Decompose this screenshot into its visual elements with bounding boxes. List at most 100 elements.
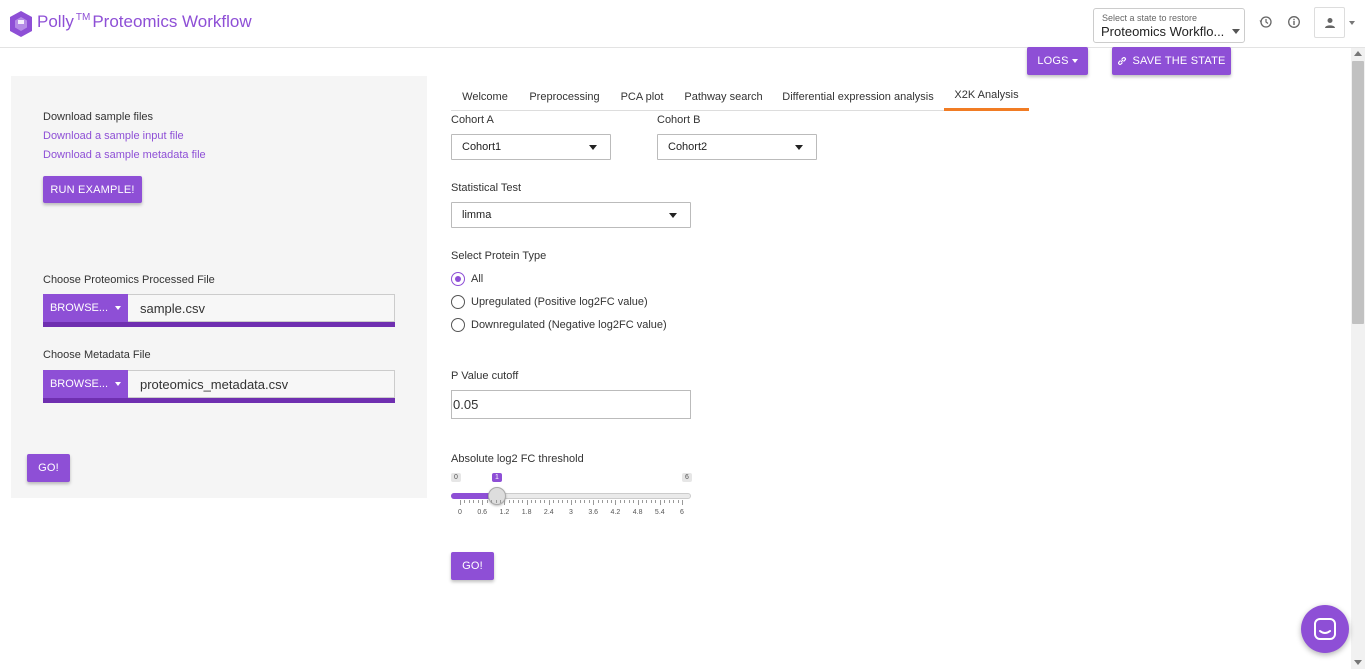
x2k-go-button[interactable]: GO! (451, 552, 494, 580)
tab-bar: Welcome Preprocessing PCA plot Pathway s… (451, 82, 1029, 111)
slider-tick (659, 500, 661, 505)
statistical-test-select[interactable]: limma (451, 202, 691, 228)
slider-minor-tick (655, 500, 657, 503)
slider-minor-tick (579, 500, 581, 503)
slider-minor-tick (650, 500, 652, 503)
slider-minor-tick (588, 500, 590, 503)
tab-welcome[interactable]: Welcome (451, 82, 519, 111)
slider-minor-tick (539, 500, 541, 503)
slider-minor-tick (668, 500, 670, 503)
slider-minor-tick (477, 500, 479, 503)
browse-label: BROWSE... (49, 378, 109, 390)
cohort-a-value: Cohort1 (462, 141, 502, 153)
user-menu-button[interactable] (1314, 7, 1345, 38)
metadata-file-input: BROWSE... proteomics_metadata.csv (43, 370, 395, 403)
scrollbar-thumb[interactable] (1352, 61, 1364, 324)
slider-minor-tick (508, 500, 510, 503)
slider-minor-tick (664, 500, 666, 503)
slider-minor-tick (544, 500, 546, 503)
go-label: GO! (462, 560, 483, 572)
slider-tick (460, 500, 461, 505)
tab-pathway-search[interactable]: Pathway search (674, 82, 773, 111)
scroll-down-arrow-icon[interactable] (1354, 660, 1362, 665)
radio-label: All (471, 273, 484, 285)
chevron-down-icon (795, 145, 803, 150)
caret-down-icon (115, 306, 122, 310)
chat-icon (1314, 618, 1336, 640)
slider-minor-tick (606, 500, 608, 503)
logs-button[interactable]: LOGS (1027, 47, 1088, 75)
slider-min-label: 0 (451, 473, 461, 482)
slider-minor-tick (610, 500, 612, 503)
restore-state-label: Select a state to restore (1102, 13, 1198, 23)
metadata-browse-button[interactable]: BROWSE... (43, 370, 128, 398)
brand-name: Polly (37, 12, 74, 31)
metadata-file-label: Choose Metadata File (43, 349, 151, 361)
slider-minor-tick (677, 500, 679, 503)
radio-option-all[interactable]: All (451, 271, 483, 287)
slider-minor-tick (513, 500, 515, 503)
slider-max-label: 6 (682, 473, 692, 482)
slider-tick-label: 0.6 (477, 509, 488, 516)
chat-launcher-button[interactable] (1301, 605, 1349, 653)
slider-minor-tick (531, 500, 533, 503)
slider-minor-tick (646, 500, 648, 503)
slider-minor-tick (491, 500, 493, 503)
slider-minor-tick (673, 500, 675, 503)
slider-tick-label: 1.2 (499, 509, 510, 516)
app-header: Polly TM Proteomics Workflow Select a stat… (0, 0, 1365, 48)
processed-browse-button[interactable]: BROWSE... (43, 294, 128, 322)
cohort-a-select[interactable]: Cohort1 (451, 134, 611, 160)
chevron-down-icon[interactable] (1349, 21, 1355, 25)
p-value-label: P Value cutoff (451, 370, 519, 382)
slider-minor-tick (522, 500, 524, 503)
slider-value-label: 1 (492, 473, 502, 482)
save-state-button[interactable]: SAVE THE STATE (1112, 47, 1231, 75)
slider-tick-label: 1.8 (521, 509, 532, 516)
go-label: GO! (38, 462, 59, 474)
tab-pca-plot[interactable]: PCA plot (610, 82, 674, 111)
slider-tick-label: 0 (458, 509, 462, 516)
download-metadata-link[interactable]: Download a sample metadata file (43, 149, 206, 161)
slider-minor-tick (642, 500, 644, 503)
info-icon[interactable] (1287, 15, 1301, 29)
slider-minor-tick (597, 500, 599, 503)
caret-down-icon (1071, 59, 1078, 63)
restore-state-select[interactable]: Select a state to restore Proteomics Wor… (1093, 8, 1245, 43)
left-go-button[interactable]: GO! (27, 454, 70, 482)
run-example-button[interactable]: RUN EXAMPLE! (43, 176, 142, 203)
radio-label: Downregulated (Negative log2FC value) (471, 319, 667, 331)
slider-minor-tick (499, 500, 501, 503)
processed-file-input: BROWSE... sample.csv (43, 294, 395, 327)
slider-minor-tick (624, 500, 626, 503)
radio-button[interactable] (451, 318, 465, 332)
metadata-file-name[interactable]: proteomics_metadata.csv (128, 370, 395, 398)
download-input-link[interactable]: Download a sample input file (43, 130, 184, 142)
slider-minor-tick (584, 500, 586, 503)
p-value-input[interactable]: 0.05 (451, 390, 691, 419)
tab-x2k-analysis[interactable]: X2K Analysis (944, 82, 1029, 111)
radio-option-upregulated[interactable]: Upregulated (Positive log2FC value) (451, 294, 648, 310)
scroll-up-arrow-icon[interactable] (1354, 51, 1362, 56)
slider-tick (637, 500, 639, 505)
tab-preprocessing[interactable]: Preprocessing (519, 82, 610, 111)
slider-tick (593, 500, 595, 505)
slider-tick-label: 2.4 (543, 509, 554, 516)
history-icon[interactable] (1259, 15, 1273, 29)
browse-label: BROWSE... (49, 302, 109, 314)
upload-progress-bar (43, 398, 395, 403)
radio-button[interactable] (451, 295, 465, 309)
user-icon (1325, 18, 1335, 28)
slider-minor-tick (575, 500, 577, 503)
tab-differential-expression[interactable]: Differential expression analysis (773, 82, 943, 111)
slider-tick (548, 500, 550, 505)
link-icon (1118, 57, 1127, 65)
slider-tick (571, 500, 572, 505)
log2fc-label: Absolute log2 FC threshold (451, 453, 584, 465)
radio-option-downregulated[interactable]: Downregulated (Negative log2FC value) (451, 317, 667, 333)
cohort-b-select[interactable]: Cohort2 (657, 134, 817, 160)
radio-button[interactable] (451, 272, 465, 286)
slider-minor-tick (602, 500, 604, 503)
slider-tick (615, 500, 617, 505)
processed-file-name[interactable]: sample.csv (128, 294, 395, 322)
